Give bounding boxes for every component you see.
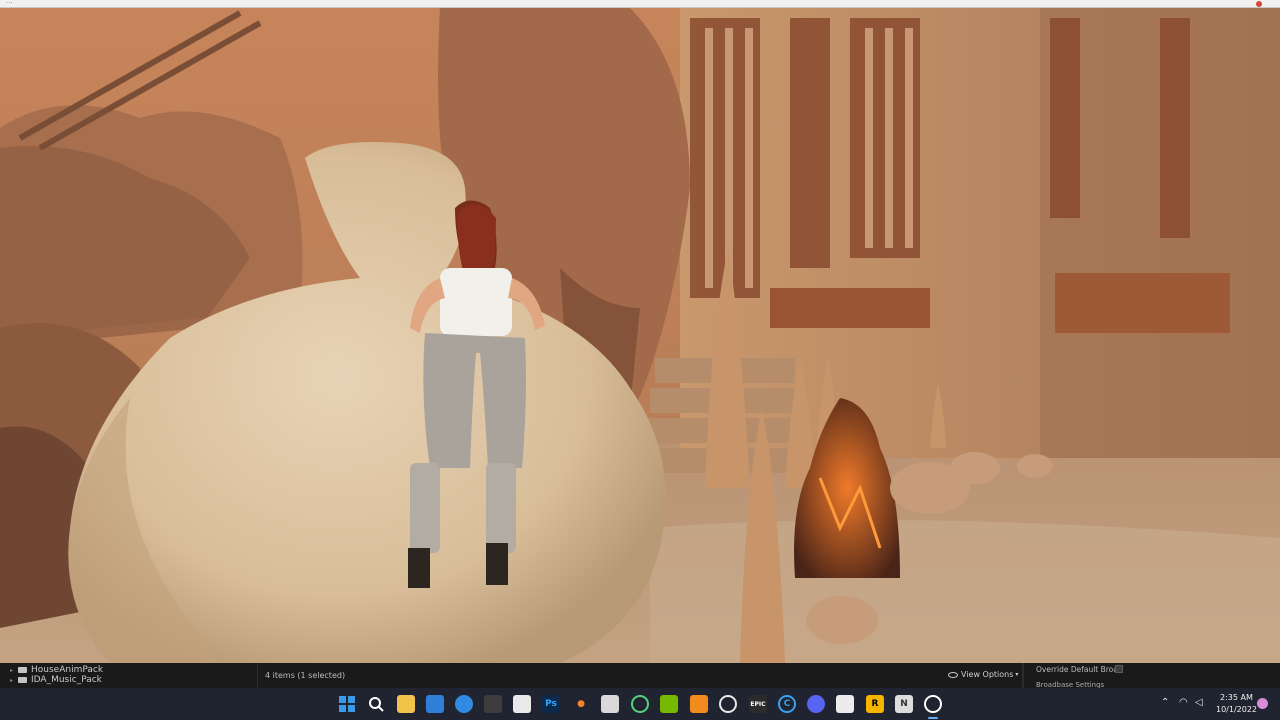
app-orange-icon[interactable] <box>690 695 708 713</box>
dropdown-arrow-icon: ▾ <box>1015 671 1019 678</box>
eye-icon <box>948 671 958 678</box>
content-browser: ▸ HouseAnimPack ▸ IDA_Music_Pack 4 items… <box>0 663 1280 689</box>
chevron-up-icon[interactable]: ⌃ <box>1161 697 1169 708</box>
search-icon[interactable] <box>367 695 385 713</box>
recording-dot-icon <box>1256 1 1262 7</box>
notification-icon[interactable] <box>1257 698 1268 709</box>
obs-icon[interactable] <box>719 695 737 713</box>
unreal-tool-icon[interactable] <box>601 695 619 713</box>
active-app-underline <box>928 717 938 719</box>
folder-item[interactable]: ▸ HouseAnimPack <box>0 665 257 675</box>
rockstar-icon[interactable]: R <box>866 695 884 713</box>
discord-icon[interactable] <box>807 695 825 713</box>
browser-top-strip: ... <box>0 0 1280 8</box>
items-count: 4 items (1 selected) <box>265 671 346 680</box>
url-text: ... <box>6 0 13 5</box>
blender-icon[interactable]: ● <box>572 695 590 713</box>
expand-arrow-icon[interactable]: ▸ <box>10 677 18 684</box>
app-n-icon[interactable]: N <box>895 695 913 713</box>
override-label: Override Default Broa <box>1036 665 1116 674</box>
override-checkbox[interactable] <box>1115 665 1123 673</box>
browser-icon[interactable] <box>455 695 473 713</box>
file-explorer-icon[interactable] <box>397 695 415 713</box>
taskbar: Ps ● EPIC C R N ⌃ ◠ ◁ 2:35 AM 10/1/2022 <box>0 688 1280 720</box>
panel-divider[interactable] <box>1022 663 1024 688</box>
wifi-icon[interactable]: ◠ <box>1179 697 1188 708</box>
app-monitor-icon[interactable] <box>836 695 854 713</box>
temple-frieze <box>770 288 930 328</box>
temple-frieze-right <box>1055 273 1230 333</box>
windows-start-icon[interactable] <box>338 695 356 713</box>
photoshop-icon[interactable]: Ps <box>542 695 560 713</box>
unreal-engine-icon[interactable] <box>924 695 942 713</box>
folder-icon <box>18 677 27 683</box>
app-green-icon[interactable] <box>631 695 649 713</box>
folder-label: IDA_Music_Pack <box>31 675 102 685</box>
game-scene <box>0 8 1280 663</box>
volume-icon[interactable]: ◁ <box>1195 697 1203 708</box>
capture-icon[interactable] <box>513 695 531 713</box>
app-nvidia-icon[interactable] <box>660 695 678 713</box>
clock-date[interactable]: 10/1/2022 <box>1216 705 1257 714</box>
store-icon[interactable] <box>426 695 444 713</box>
expand-arrow-icon[interactable]: ▸ <box>10 667 18 674</box>
folder-label: HouseAnimPack <box>31 665 104 675</box>
folder-item[interactable]: ▸ IDA_Music_Pack <box>0 675 257 685</box>
folder-tree: ▸ HouseAnimPack ▸ IDA_Music_Pack <box>0 663 258 688</box>
app-icon[interactable] <box>484 695 502 713</box>
screen: ... ▸ HouseAnimPack ▸ IDA_Music_Pack 4 i… <box>0 0 1280 720</box>
view-options-label: View Options <box>961 670 1014 679</box>
view-options-button[interactable]: View Options ▾ <box>948 670 1018 679</box>
clock-time[interactable]: 2:35 AM <box>1220 693 1253 702</box>
app-c-icon[interactable]: C <box>778 695 796 713</box>
epic-games-icon[interactable]: EPIC <box>749 695 767 713</box>
game-viewport[interactable] <box>0 8 1280 663</box>
folder-icon <box>18 667 27 673</box>
